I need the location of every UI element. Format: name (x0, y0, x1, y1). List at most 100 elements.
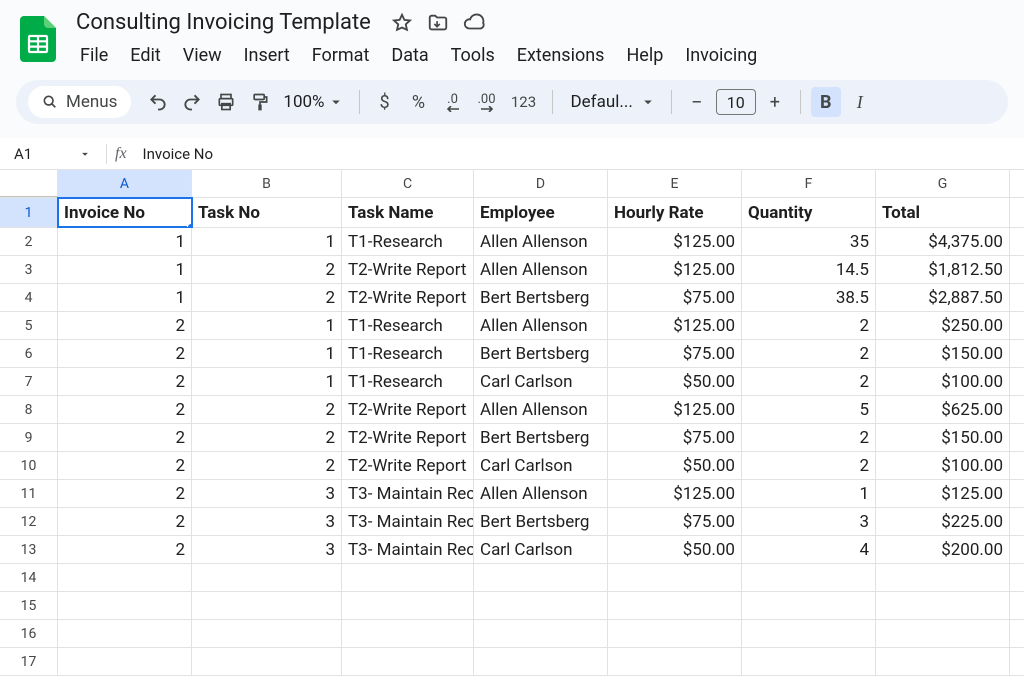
percent-format-button[interactable]: % (404, 87, 434, 117)
menu-view[interactable]: View (173, 41, 232, 70)
cell-G13[interactable]: $200.00 (876, 536, 1010, 563)
cell-D10[interactable]: Carl Carlson (474, 452, 608, 479)
cell-D12[interactable]: Bert Bertsberg (474, 508, 608, 535)
decrease-font-button[interactable]: − (682, 87, 712, 117)
name-box[interactable]: A1 (8, 143, 98, 165)
menu-help[interactable]: Help (616, 41, 673, 70)
cell-D2[interactable]: Allen Allenson (474, 228, 608, 255)
italic-button[interactable]: I (845, 87, 875, 117)
row-header-15[interactable]: 15 (0, 592, 58, 619)
col-header-G[interactable]: G (876, 170, 1010, 197)
row-header-13[interactable]: 13 (0, 536, 58, 563)
cell-D13[interactable]: Carl Carlson (474, 536, 608, 563)
cell-B16[interactable] (192, 620, 342, 647)
col-header-A[interactable]: A (58, 170, 192, 197)
cell-header-D[interactable]: Employee (474, 198, 608, 227)
cell-E16[interactable] (608, 620, 742, 647)
cell-B15[interactable] (192, 592, 342, 619)
cell-G12[interactable]: $225.00 (876, 508, 1010, 535)
print-button[interactable] (211, 87, 241, 117)
cell-C13[interactable]: T3- Maintain Rec (342, 536, 474, 563)
cell-E5[interactable]: $125.00 (608, 312, 742, 339)
bold-button[interactable]: B (811, 87, 841, 117)
row-header-12[interactable]: 12 (0, 508, 58, 535)
cell-G2[interactable]: $4,375.00 (876, 228, 1010, 255)
cell-F11[interactable]: 1 (742, 480, 876, 507)
cell-D11[interactable]: Allen Allenson (474, 480, 608, 507)
col-header-E[interactable]: E (608, 170, 742, 197)
cell-C16[interactable] (342, 620, 474, 647)
cell-C3[interactable]: T2-Write Report (342, 256, 474, 283)
cell-B6[interactable]: 1 (192, 340, 342, 367)
undo-button[interactable] (143, 87, 173, 117)
row-header-9[interactable]: 9 (0, 424, 58, 451)
cell-G8[interactable]: $625.00 (876, 396, 1010, 423)
row-header-4[interactable]: 4 (0, 284, 58, 311)
cell-G16[interactable] (876, 620, 1010, 647)
cell-G5[interactable]: $250.00 (876, 312, 1010, 339)
cell-A6[interactable]: 2 (58, 340, 192, 367)
cell-header-B[interactable]: Task No (192, 198, 342, 227)
cell-B12[interactable]: 3 (192, 508, 342, 535)
cell-G17[interactable] (876, 648, 1010, 675)
cell-D9[interactable]: Bert Bertsberg (474, 424, 608, 451)
cell-D17[interactable] (474, 648, 608, 675)
cell-B11[interactable]: 3 (192, 480, 342, 507)
cell-C10[interactable]: T2-Write Report (342, 452, 474, 479)
cell-B2[interactable]: 1 (192, 228, 342, 255)
cell-A8[interactable]: 2 (58, 396, 192, 423)
row-header-11[interactable]: 11 (0, 480, 58, 507)
cell-F4[interactable]: 38.5 (742, 284, 876, 311)
cell-E8[interactable]: $125.00 (608, 396, 742, 423)
cell-A3[interactable]: 1 (58, 256, 192, 283)
font-family-select[interactable]: Defaul... (563, 92, 661, 112)
cell-A11[interactable]: 2 (58, 480, 192, 507)
cell-B4[interactable]: 2 (192, 284, 342, 311)
cell-A2[interactable]: 1 (58, 228, 192, 255)
cell-F3[interactable]: 14.5 (742, 256, 876, 283)
cell-G3[interactable]: $1,812.50 (876, 256, 1010, 283)
cell-D3[interactable]: Allen Allenson (474, 256, 608, 283)
increase-decimal-button[interactable]: .00 (472, 87, 502, 117)
cell-A14[interactable] (58, 564, 192, 591)
redo-button[interactable] (177, 87, 207, 117)
cell-D6[interactable]: Bert Bertsberg (474, 340, 608, 367)
cell-E3[interactable]: $125.00 (608, 256, 742, 283)
cell-E13[interactable]: $50.00 (608, 536, 742, 563)
menu-edit[interactable]: Edit (120, 41, 170, 70)
menu-invoicing[interactable]: Invoicing (675, 41, 767, 70)
cell-C15[interactable] (342, 592, 474, 619)
formula-bar[interactable]: Invoice No (135, 145, 1016, 163)
row-header-6[interactable]: 6 (0, 340, 58, 367)
cell-A15[interactable] (58, 592, 192, 619)
cell-C9[interactable]: T2-Write Report (342, 424, 474, 451)
cell-header-E[interactable]: Hourly Rate (608, 198, 742, 227)
cell-E4[interactable]: $75.00 (608, 284, 742, 311)
cell-C17[interactable] (342, 648, 474, 675)
row-header-16[interactable]: 16 (0, 620, 58, 647)
cell-E9[interactable]: $75.00 (608, 424, 742, 451)
cell-F8[interactable]: 5 (742, 396, 876, 423)
cell-C12[interactable]: T3- Maintain Rec (342, 508, 474, 535)
row-header-5[interactable]: 5 (0, 312, 58, 339)
cell-header-G[interactable]: Total (876, 198, 1010, 227)
row-header-14[interactable]: 14 (0, 564, 58, 591)
cell-F7[interactable]: 2 (742, 368, 876, 395)
cell-E15[interactable] (608, 592, 742, 619)
cell-B9[interactable]: 2 (192, 424, 342, 451)
cell-G6[interactable]: $150.00 (876, 340, 1010, 367)
row-header-7[interactable]: 7 (0, 368, 58, 395)
cell-A17[interactable] (58, 648, 192, 675)
row-header-10[interactable]: 10 (0, 452, 58, 479)
cell-A16[interactable] (58, 620, 192, 647)
cell-F16[interactable] (742, 620, 876, 647)
cell-E6[interactable]: $75.00 (608, 340, 742, 367)
cell-C4[interactable]: T2-Write Report (342, 284, 474, 311)
cell-F13[interactable]: 4 (742, 536, 876, 563)
cell-A5[interactable]: 2 (58, 312, 192, 339)
cell-B3[interactable]: 2 (192, 256, 342, 283)
cell-C11[interactable]: T3- Maintain Rec (342, 480, 474, 507)
sheets-logo[interactable] (18, 19, 58, 59)
menu-format[interactable]: Format (302, 41, 380, 70)
doc-title[interactable]: Consulting Invoicing Template (70, 8, 377, 37)
